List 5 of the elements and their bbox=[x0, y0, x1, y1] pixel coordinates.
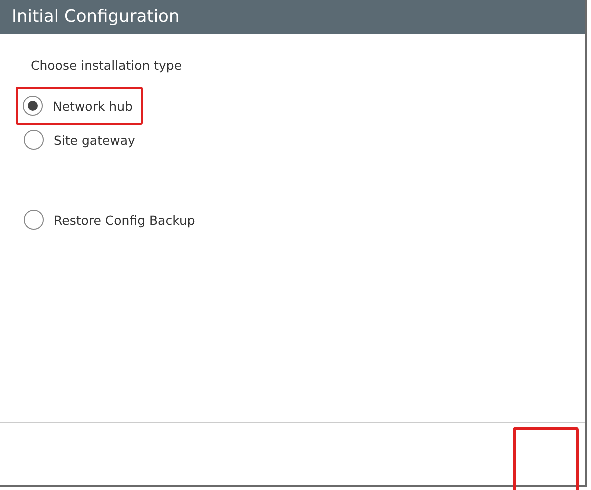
radio-option[interactable]: Site gateway bbox=[22, 125, 146, 155]
radio-option[interactable]: Network hub bbox=[16, 87, 143, 125]
prompt-text: Choose installation type bbox=[31, 58, 184, 73]
window-title: Initial Configuration bbox=[12, 7, 180, 27]
radio-option[interactable]: Restore Config Backup bbox=[22, 205, 206, 235]
